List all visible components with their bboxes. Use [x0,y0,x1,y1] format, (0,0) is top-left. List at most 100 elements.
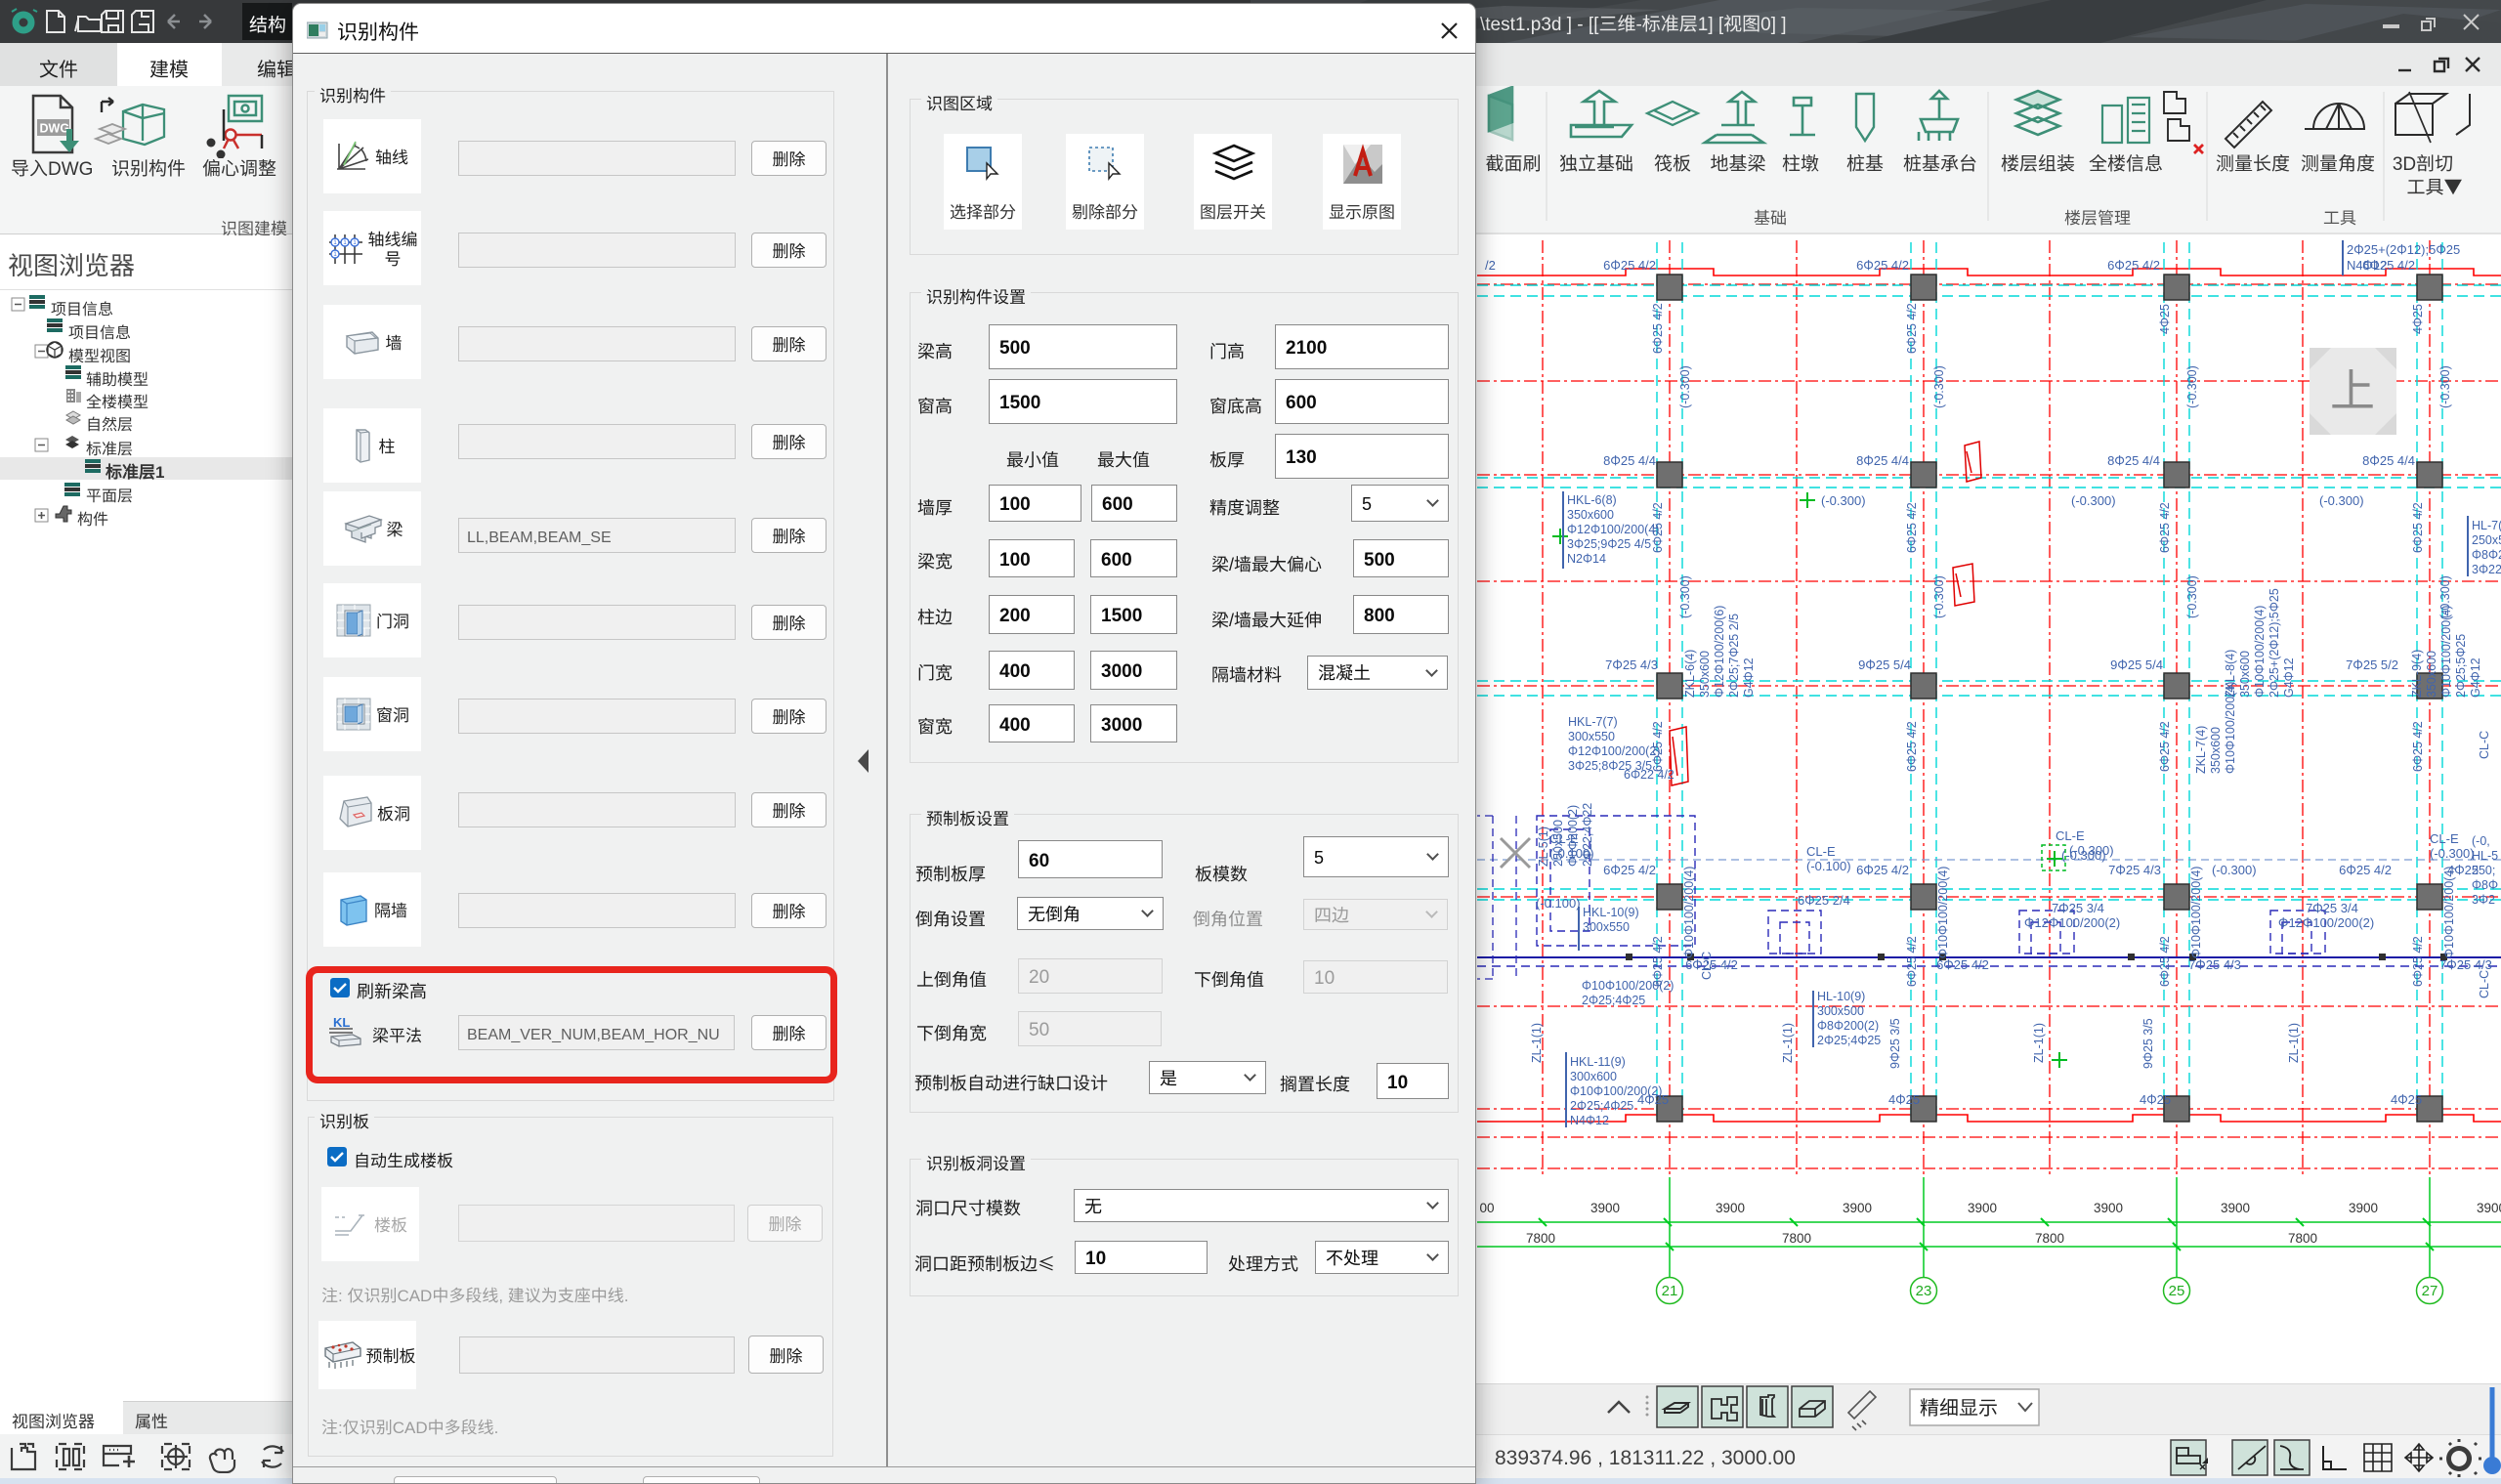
svg-text:ZL-1(1): ZL-1(1) [1526,1023,1545,1063]
svg-text:9Φ25 3/5: 9Φ25 3/5 [2138,1018,2156,1069]
svg-text:(-0.300): (-0.300) [1674,365,1693,408]
svg-text:6Φ25 4/2: 6Φ25 4/2 [1647,936,1666,987]
svg-text:(-0.100): (-0.100) [1536,893,1581,912]
svg-text:6Φ25 4/2: 6Φ25 4/2 [2154,502,2173,553]
svg-text:工具▼: 工具▼ [2406,173,2462,199]
svg-text:6Φ25 4/2: 6Φ25 4/2 [1603,255,1656,274]
svg-text:G4Φ12: G4Φ12 [1738,657,1757,698]
svg-text:(-0.300): (-0.300) [2182,575,2200,618]
svg-text:25: 25 [2169,1280,2185,1300]
svg-text:8Φ25 4/4: 8Φ25 4/4 [1856,450,1909,469]
svg-text:截面刷: 截面刷 [1485,149,1541,176]
svg-text:7800: 7800 [2035,1227,2064,1247]
svg-text:6Φ25 4/2: 6Φ25 4/2 [1901,936,1920,987]
svg-text:839374.96 , 181311.22 , 3000.0: 839374.96 , 181311.22 , 3000.00 [1495,1442,1796,1471]
svg-text:N2Φ14: N2Φ14 [1567,548,1606,567]
svg-text:CL-C: CL-C [1696,952,1715,980]
svg-text:全楼信息: 全楼信息 [2089,149,2163,176]
svg-text:CL-C: CL-C [2474,970,2492,998]
svg-text:(-0.300): (-0.300) [2069,840,2114,859]
svg-text:独立基础: 独立基础 [1559,149,1633,176]
svg-text:6Φ25 4/2: 6Φ25 4/2 [2339,860,2392,878]
svg-text:6Φ25 4/2: 6Φ25 4/2 [2154,936,2173,987]
svg-text:3900: 3900 [1968,1197,1997,1216]
svg-text:00: 00 [1479,1197,1494,1216]
svg-text:6Φ25 4/2: 6Φ25 4/2 [2107,255,2160,274]
svg-text:8Φ25 4/4: 8Φ25 4/4 [2362,450,2415,469]
svg-text:6Φ25 4/2: 6Φ25 4/2 [1603,860,1656,878]
svg-text:Φ10Φ100/200(4): Φ10Φ100/200(4) [1678,867,1697,958]
svg-text:300x550: 300x550 [1583,916,1630,935]
svg-text:Φ12Φ100/200(2): Φ12Φ100/200(2) [2278,912,2374,931]
svg-text:Φ12Φ100/200(2): Φ12Φ100/200(2) [2024,912,2120,931]
svg-text:3900: 3900 [2221,1197,2250,1216]
svg-text:6Φ25 4/2: 6Φ25 4/2 [2407,502,2426,553]
svg-text:4Φ25: 4Φ25 [2407,304,2426,334]
svg-text:/2: /2 [1485,255,1496,274]
svg-text:CL-C: CL-C [2474,731,2492,759]
svg-text:桩基: 桩基 [1846,149,1884,176]
svg-text:4Φ25: 4Φ25 [1888,1089,1920,1108]
svg-text:Φ10Φ100/200(4): Φ10Φ100/200(4) [1932,867,1951,958]
svg-text:3Φ2: 3Φ2 [2472,889,2495,908]
svg-text:7800: 7800 [2288,1227,2317,1247]
svg-text:6Φ25 4/2: 6Φ25 4/2 [1901,303,1920,354]
svg-text:Φ10Φ100/200(4): Φ10Φ100/200(4) [2220,682,2238,774]
svg-text:7Φ25 5/2: 7Φ25 5/2 [2346,655,2398,673]
svg-text:9Φ25 5/4: 9Φ25 5/4 [1858,655,1911,673]
svg-text:7800: 7800 [1782,1227,1811,1247]
svg-text:ZL-1(1): ZL-1(1) [1777,1023,1796,1063]
svg-text:4Φ25: 4Φ25 [2140,1089,2171,1108]
svg-text:(-0.300): (-0.300) [1929,575,1947,618]
svg-text:(-0.100): (-0.100) [1806,856,1851,874]
svg-text:KL: KL [333,1015,350,1030]
svg-text:2Φ22;4Φ22: 2Φ22;4Φ22 [1577,803,1595,867]
svg-text:6Φ22 4/2: 6Φ22 4/2 [1624,764,1674,783]
svg-text:柱墩: 柱墩 [1782,149,1819,176]
svg-text:2Φ25;4Φ25: 2Φ25;4Φ25 [1582,990,1645,1008]
svg-text:测量角度: 测量角度 [2301,149,2375,176]
svg-text:9Φ25 5/4: 9Φ25 5/4 [2110,655,2163,673]
svg-text:6Φ25 4/2: 6Φ25 4/2 [2407,721,2426,772]
svg-text:3900: 3900 [2477,1197,2501,1216]
svg-text:筏板: 筏板 [1654,149,1691,176]
svg-text:8Φ25 4/4: 8Φ25 4/4 [2107,450,2160,469]
svg-text:6Φ25 4/2: 6Φ25 4/2 [1647,502,1666,553]
svg-text:3Φ22;4: 3Φ22;4 [2472,559,2501,577]
svg-text:3D剖切: 3D剖切 [2393,149,2453,176]
svg-text:4Φ25: 4Φ25 [2391,1089,2422,1108]
svg-text:测量长度: 测量长度 [2216,149,2290,176]
svg-text:DWG: DWG [40,122,70,136]
svg-text:地基梁: 地基梁 [1710,149,1765,176]
svg-text:Φ10Φ100/200(4): Φ10Φ100/200(4) [2438,867,2457,958]
svg-text:N4Φ12: N4Φ12 [2347,255,2388,274]
svg-text:楼层组装: 楼层组装 [2001,149,2075,176]
svg-text:6Φ25 4/2: 6Φ25 4/2 [1901,502,1920,553]
svg-text:7Φ25 4/3: 7Φ25 4/3 [1605,655,1658,673]
svg-text:(-0.300): (-0.300) [2212,860,2257,878]
svg-text:7800: 7800 [1526,1227,1555,1247]
svg-text:3900: 3900 [2094,1197,2123,1216]
svg-text:27: 27 [2422,1280,2438,1300]
svg-text:6Φ25 2/4: 6Φ25 2/4 [1798,890,1850,909]
svg-text:(-0.300): (-0.300) [2182,365,2200,408]
svg-text:(-0.300): (-0.300) [2071,490,2116,509]
svg-text:3900: 3900 [1843,1197,1872,1216]
svg-text:(-0.300): (-0.300) [2435,365,2453,408]
svg-text:Φ10Φ100/200(4): Φ10Φ100/200(4) [2185,867,2204,958]
svg-text:(-0.300): (-0.300) [1674,575,1693,618]
svg-text:7Φ25 4/3: 7Φ25 4/3 [2108,860,2161,878]
svg-text:9Φ25 3/5: 9Φ25 3/5 [1885,1018,1903,1069]
svg-text:6Φ25 4/2: 6Φ25 4/2 [1856,860,1909,878]
svg-text:21: 21 [1662,1280,1678,1300]
svg-text:2Φ25;4Φ25: 2Φ25;4Φ25 [1817,1030,1881,1048]
svg-text:6Φ25 4/2: 6Φ25 4/2 [2407,936,2426,987]
svg-text:楼层管理: 楼层管理 [2064,204,2131,229]
svg-text:精细显示: 精细显示 [1920,1392,1998,1420]
svg-text:6Φ25 4/2: 6Φ25 4/2 [1901,721,1920,772]
svg-text:3900: 3900 [1716,1197,1745,1216]
svg-text:8Φ25 4/4: 8Φ25 4/4 [1603,450,1656,469]
svg-text:3900: 3900 [2349,1197,2378,1216]
svg-text:6Φ25 4/2: 6Φ25 4/2 [1647,303,1666,354]
svg-text:(-0.300): (-0.300) [1821,490,1866,509]
